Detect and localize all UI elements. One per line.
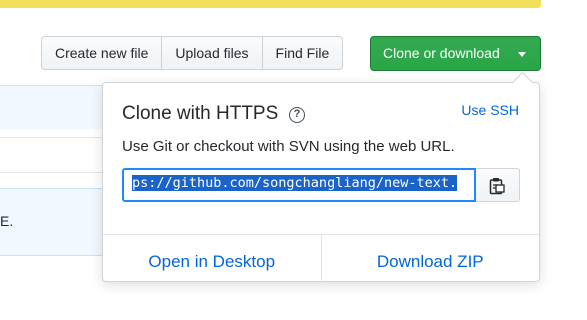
copy-url-button[interactable]	[476, 168, 520, 202]
clone-url-input[interactable]: ps://github.com/songchangliang/new-text.	[122, 168, 476, 202]
use-ssh-link[interactable]: Use SSH	[461, 102, 519, 118]
upload-files-button[interactable]: Upload files	[162, 36, 263, 70]
clone-description: Use Git or checkout with SVN using the w…	[122, 138, 455, 155]
banner-strip	[0, 0, 541, 8]
find-file-button[interactable]: Find File	[262, 36, 344, 70]
clone-url-text: ps://github.com/songchangliang/new-text.	[132, 175, 458, 191]
create-new-file-button[interactable]: Create new file	[41, 36, 163, 70]
clone-dropdown: Clone with HTTPS ? Use SSH Use Git or ch…	[102, 71, 540, 283]
caret-down-icon	[518, 52, 526, 57]
clone-or-download-button[interactable]: Clone or download	[370, 36, 541, 71]
file-row	[0, 85, 110, 129]
dropdown-pointer	[511, 71, 534, 94]
clone-title: Clone with HTTPS	[122, 103, 279, 124]
question-icon[interactable]: ?	[289, 107, 305, 123]
clipboard-icon	[489, 178, 505, 195]
file-row-text: E.	[0, 213, 14, 229]
file-row	[0, 137, 110, 173]
file-actions: Create new file Upload files Find File	[41, 36, 344, 70]
clone-footer: Open in Desktop Download ZIP	[103, 234, 539, 283]
download-zip-button[interactable]: Download ZIP	[322, 235, 540, 283]
open-in-desktop-button[interactable]: Open in Desktop	[103, 235, 322, 283]
clone-button-label: Clone or download	[383, 45, 500, 61]
file-row: E.	[0, 188, 110, 256]
